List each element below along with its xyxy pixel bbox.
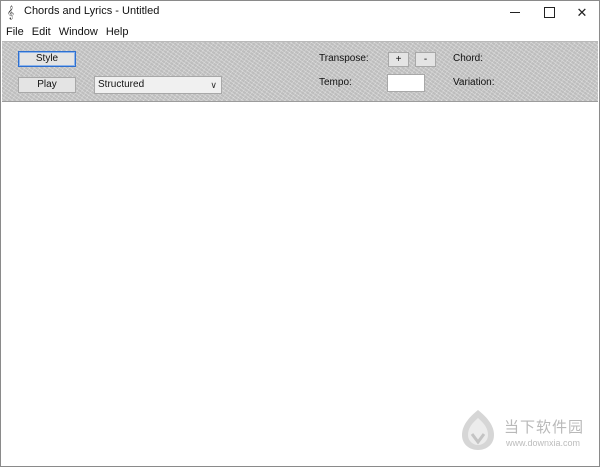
minimize-button[interactable] [498,1,532,24]
maximize-button[interactable] [532,1,566,24]
watermark-name: 当下软件园 [504,418,585,436]
menu-edit[interactable]: Edit [28,24,55,40]
transpose-down-button[interactable]: - [415,52,436,67]
tempo-label: Tempo: [319,77,352,88]
menu-bar: File Edit Window Help [1,24,599,40]
transpose-up-button[interactable]: + [388,52,409,67]
window-title: Chords and Lyrics - Untitled [24,5,160,17]
control-panel: Style Play Structured ∨ Transpose: + - T… [2,41,598,102]
close-icon: ✕ [576,4,588,20]
watermark-logo-icon [462,410,494,450]
play-button[interactable]: Play [18,77,76,93]
transpose-label: Transpose: [319,53,369,64]
tempo-input[interactable] [387,74,425,92]
menu-file[interactable]: File [1,24,28,40]
watermark: 当下软件园 www.downxia.com [458,408,588,458]
variation-label: Variation: [453,77,495,88]
chord-label: Chord: [453,53,484,64]
title-bar[interactable]: 𝄞 Chords and Lyrics - Untitled ✕ [1,1,599,24]
chevron-down-icon: ∨ [210,80,217,90]
watermark-url: www.downxia.com [506,438,581,448]
menu-window[interactable]: Window [55,24,102,40]
maximize-icon [543,7,555,18]
music-note-icon: 𝄞 [7,5,15,19]
app-window: 𝄞 Chords and Lyrics - Untitled ✕ File Ed… [0,0,600,467]
close-button[interactable]: ✕ [565,1,599,24]
menu-help[interactable]: Help [102,24,133,40]
minimize-icon [510,12,520,13]
arrangement-select-value: Structured [98,79,145,90]
arrangement-select[interactable]: Structured ∨ [94,76,222,94]
style-button[interactable]: Style [18,51,76,67]
